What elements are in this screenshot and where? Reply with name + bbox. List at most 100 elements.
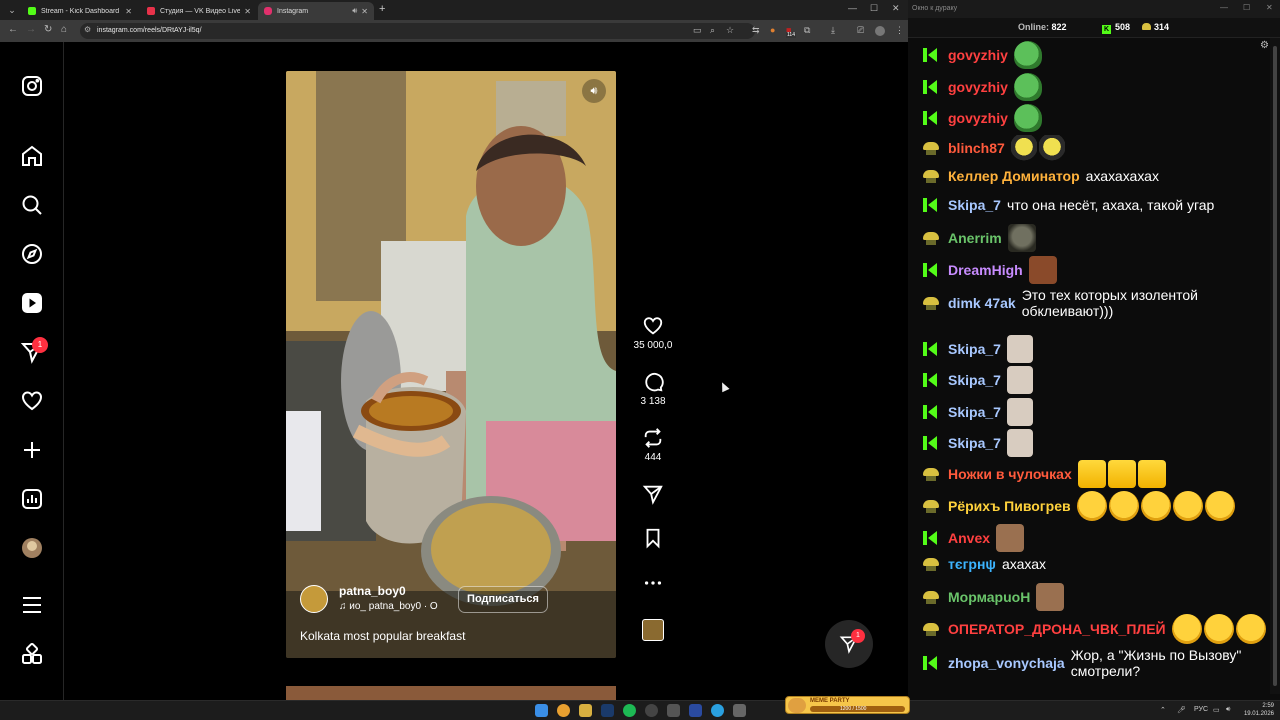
reel-video[interactable]: 🔊︎ patna_boy0 ♫ ио_ patna_boy0 · О Подпи… (286, 71, 616, 658)
download-icon[interactable]: ⤓ (831, 25, 835, 36)
start-windows-icon[interactable] (535, 704, 548, 717)
volume-icon[interactable]: 🔊︎ (1226, 706, 1230, 714)
also-from-meta-icon[interactable] (20, 642, 44, 666)
like-button[interactable]: 35 000,0 (627, 315, 679, 351)
forward-arrow-icon[interactable]: → (26, 24, 36, 35)
kick-badge-icon (922, 197, 938, 213)
spotify-icon[interactable] (623, 704, 636, 717)
chat-username[interactable]: zhopa_vonychaja (948, 655, 1065, 671)
minimize-button[interactable]: — (1220, 3, 1228, 12)
language-indicator[interactable]: РУС (1194, 706, 1208, 713)
chat-username[interactable]: Skipa_7 (948, 197, 1001, 213)
chat-username[interactable]: Anerrim (948, 230, 1002, 246)
chrome-browser-icon[interactable] (557, 704, 570, 717)
puzzle-extensions-icon[interactable]: ⧉ (804, 25, 810, 36)
reload-icon[interactable]: ↻ (44, 24, 52, 35)
save-button[interactable] (627, 527, 679, 549)
reel-audio-label[interactable]: ♫ ио_ patna_boy0 · О (339, 601, 438, 612)
tab-close-icon[interactable]: ✕ (125, 7, 132, 16)
bookmark-star-icon[interactable]: ☆ (726, 25, 734, 36)
menu-dots-icon[interactable]: ⋮ (895, 25, 904, 36)
app-icon[interactable] (667, 704, 680, 717)
create-plus-icon[interactable] (20, 438, 44, 462)
app-icon[interactable] (733, 704, 746, 717)
close-window-button[interactable]: ✕ (892, 3, 900, 14)
tab-search-icon[interactable]: ⌄ (6, 4, 18, 16)
chat-username[interactable]: ОПЕРАТОР_ДРОНА_ЧВК_ПЛЕЙ (948, 621, 1166, 637)
profile-avatar[interactable] (20, 536, 44, 560)
maximize-button[interactable]: ☐ (1243, 3, 1250, 12)
chat-username[interactable]: Skipa_7 (948, 341, 1001, 357)
back-arrow-icon[interactable]: ← (8, 24, 18, 35)
obs-icon[interactable] (645, 704, 658, 717)
tray-chevron-icon[interactable]: ⌃ (1160, 706, 1166, 714)
tab-close-icon[interactable]: ✕ (244, 7, 251, 16)
chat-username[interactable]: тєгрнψ (948, 556, 996, 572)
chat-username[interactable]: govyzhiy (948, 47, 1008, 63)
tab-kick-dashboard[interactable]: Stream - Kick Dashboard ✕ (22, 2, 138, 20)
more-options-button[interactable] (627, 572, 679, 594)
tab-vk-studio[interactable]: Студия — VK Видео Live ✕ (141, 2, 257, 20)
chat-username[interactable]: Anvex (948, 530, 990, 546)
chat-username[interactable]: Skipa_7 (948, 372, 1001, 388)
chat-message-line: Келлер Доминатор ахахахахах (922, 168, 1262, 184)
explore-compass-icon[interactable] (20, 242, 44, 266)
chat-username[interactable]: Skipa_7 (948, 404, 1001, 420)
mute-sound-button[interactable]: 🔊︎ (582, 79, 606, 103)
instagram-logo-icon[interactable] (20, 74, 44, 98)
home-icon[interactable] (20, 144, 44, 168)
network-icon[interactable]: ▭ (1213, 706, 1220, 714)
microphone-icon[interactable]: 🎤︎ (1177, 706, 1186, 714)
speaker-icon[interactable]: 🔊︎ (352, 6, 357, 16)
close-window-button[interactable]: ✕ (1266, 3, 1273, 12)
chat-username[interactable]: МормарuoH (948, 589, 1030, 605)
chat-username[interactable]: Skipa_7 (948, 435, 1001, 451)
audio-thumbnail[interactable] (642, 619, 664, 641)
search-icon[interactable] (20, 193, 44, 217)
steam-icon[interactable] (601, 704, 614, 717)
telegram-icon[interactable] (711, 704, 724, 717)
reel-author-username[interactable]: patna_boy0 (339, 584, 406, 598)
file-explorer-icon[interactable] (579, 704, 592, 717)
share-button[interactable] (627, 483, 679, 505)
tab-instagram[interactable]: Instagram 🔊︎ ✕ (258, 2, 374, 20)
media-player-icon[interactable] (689, 704, 702, 717)
more-menu-icon[interactable] (20, 593, 44, 617)
install-app-icon[interactable]: ▭ (693, 25, 702, 36)
chat-username[interactable]: Ножки в чулочках (948, 466, 1072, 482)
next-reel-preview[interactable] (286, 686, 616, 700)
minimize-button[interactable]: — (848, 3, 857, 13)
maximize-button[interactable]: ☐ (870, 3, 878, 14)
follow-button[interactable]: Подписаться (458, 586, 548, 613)
reel-author-avatar[interactable] (300, 585, 328, 613)
chat-username[interactable]: DreamHigh (948, 262, 1023, 278)
kick-badge-icon (922, 262, 938, 278)
extension-icon[interactable]: ● (770, 25, 775, 35)
comment-button[interactable]: 3 138 (627, 371, 679, 407)
chat-username[interactable]: govyzhiy (948, 110, 1008, 126)
system-clock[interactable]: 2:59 19.01.2026 (1240, 702, 1274, 718)
chat-scrollbar-thumb[interactable] (1273, 46, 1277, 686)
zoom-icon[interactable]: ⌕ (710, 25, 715, 36)
home-icon[interactable]: ⌂ (61, 24, 67, 35)
address-bar[interactable]: ⚙ instagram.com/reels/DRtAYJ-il5q/ (80, 23, 755, 39)
chat-message-text: Жор, а "Жизнь по Вызову" смотрели? (1070, 647, 1242, 679)
chat-scrollbar[interactable] (1270, 38, 1280, 694)
reels-icon[interactable] (20, 291, 44, 315)
repost-button[interactable]: 444 (627, 427, 679, 463)
cast-icon[interactable]: ⎚ (857, 25, 864, 36)
chat-username[interactable]: Келлер Доминатор (948, 168, 1080, 184)
chat-username[interactable]: blinch87 (948, 140, 1005, 156)
translate-icon[interactable]: ⇆ (752, 25, 760, 36)
meme-party-widget[interactable]: MEME PARTY 1200 / 1500 (785, 696, 910, 714)
chat-username[interactable]: govyzhiy (948, 79, 1008, 95)
messages-fab-button[interactable] (825, 620, 873, 668)
tab-close-icon[interactable]: ✕ (361, 7, 368, 16)
chat-username[interactable]: Рёрихъ Пивогрев (948, 498, 1071, 514)
notifications-heart-icon[interactable] (20, 389, 44, 413)
new-tab-button[interactable]: + (379, 3, 385, 15)
site-info-icon[interactable]: ⚙ (84, 25, 91, 34)
chat-username[interactable]: dimk 47ak (948, 295, 1016, 311)
dashboard-chart-icon[interactable] (20, 487, 44, 511)
profile-avatar[interactable] (875, 26, 885, 36)
